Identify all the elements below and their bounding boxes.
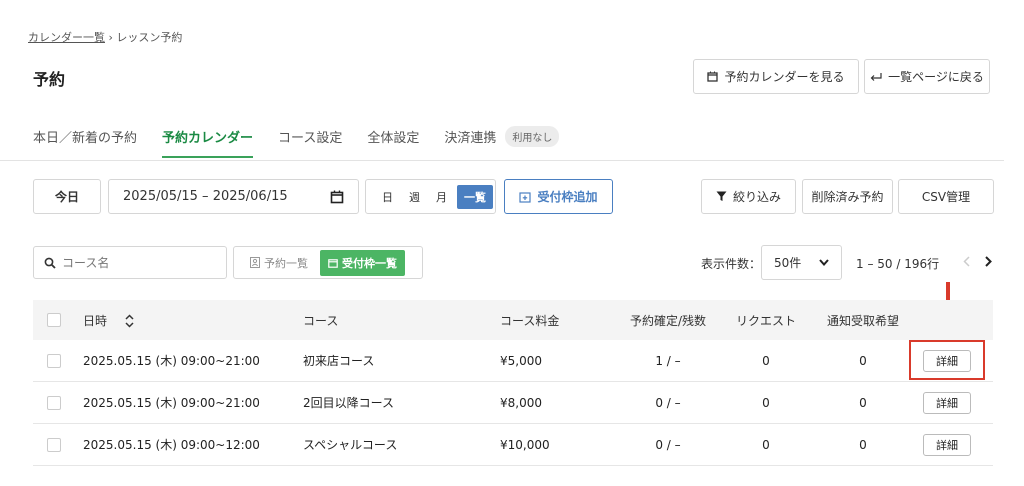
detail-button[interactable]: 詳細	[923, 433, 971, 456]
breadcrumb: カレンダー一覧 › レッスン予約	[28, 29, 182, 45]
tab-today-new[interactable]: 本日／新着の予約	[33, 127, 137, 158]
row-datetime: 2025.05.15 (木) 09:00~21:00	[83, 354, 260, 368]
breadcrumb-current: レッスン予約	[116, 31, 183, 44]
table-header: 日時 コース コース料金 予約確定/残数 リクエスト 通知受取希望	[33, 300, 993, 340]
today-button[interactable]: 今日	[33, 179, 101, 214]
view-month-button[interactable]: 月	[428, 189, 455, 205]
search-icon	[44, 257, 56, 269]
detail-button[interactable]: 詳細	[923, 349, 971, 372]
tab-divider	[0, 160, 1004, 161]
slot-list-label: 受付枠一覧	[342, 256, 397, 270]
pagination-range: 1 – 50 / 196行	[856, 257, 940, 271]
tab-course-settings[interactable]: コース設定	[278, 127, 342, 158]
table-row: 2025.05.15 (木) 09:00~21:00 2回目以降コース ¥8,0…	[33, 382, 993, 424]
row-request: 0	[762, 437, 770, 452]
calendar-icon	[328, 258, 338, 268]
header-course: コース	[303, 313, 339, 328]
search-placeholder: コース名	[62, 256, 110, 270]
row-course: 初来店コース	[303, 354, 375, 368]
chevron-down-icon	[819, 259, 829, 266]
return-arrow-icon	[870, 72, 882, 82]
date-range-value: 2025/05/15 – 2025/06/15	[123, 189, 288, 204]
slot-list-toggle[interactable]: 受付枠一覧	[320, 249, 405, 276]
reservation-list-toggle[interactable]: 予約一覧	[264, 255, 308, 271]
row-datetime: 2025.05.15 (木) 09:00~21:00	[83, 396, 260, 410]
slot-table: 日時 コース コース料金 予約確定/残数 リクエスト 通知受取希望 2025.0…	[33, 300, 993, 466]
row-checkbox[interactable]	[47, 437, 61, 452]
back-to-list-label: 一覧ページに戻る	[888, 70, 984, 84]
back-to-list-button[interactable]: 一覧ページに戻る	[864, 59, 990, 94]
payment-status-badge: 利用なし	[505, 126, 560, 147]
row-request: 0	[762, 395, 770, 410]
row-course: スペシャルコース	[303, 438, 398, 452]
csv-management-button[interactable]: CSV管理	[898, 179, 994, 214]
row-datetime: 2025.05.15 (木) 09:00~12:00	[83, 438, 260, 452]
row-confirmed: 0 / –	[655, 437, 681, 452]
row-request: 0	[762, 353, 770, 368]
row-confirmed: 1 / –	[655, 353, 681, 368]
row-confirmed: 0 / –	[655, 395, 681, 410]
row-checkbox[interactable]	[47, 353, 61, 368]
row-fee: ¥10,000	[500, 437, 550, 452]
row-checkbox[interactable]	[47, 395, 61, 410]
table-row: 2025.05.15 (木) 09:00~21:00 初来店コース ¥5,000…	[33, 340, 993, 382]
tab-reservation-calendar[interactable]: 予約カレンダー	[162, 127, 254, 158]
sort-icon[interactable]	[125, 314, 134, 328]
deleted-reservations-button[interactable]: 削除済み予約	[802, 179, 893, 214]
view-list-button[interactable]: 一覧	[457, 184, 493, 209]
header-datetime[interactable]: 日時	[83, 312, 134, 329]
row-notify: 0	[859, 437, 867, 452]
detail-button[interactable]: 詳細	[923, 391, 971, 414]
page-title: 予約	[33, 70, 66, 89]
view-day-button[interactable]: 日	[366, 189, 401, 205]
table-row: 2025.05.15 (木) 09:00~12:00 スペシャルコース ¥10,…	[33, 424, 993, 466]
filter-button[interactable]: 絞り込み	[701, 179, 796, 214]
chevron-right-icon[interactable]	[985, 256, 992, 267]
breadcrumb-separator: ›	[108, 31, 113, 44]
header-request: リクエスト	[735, 313, 796, 328]
per-page-label: 表示件数：	[701, 257, 762, 271]
search-input[interactable]: コース名	[33, 246, 227, 279]
calendar-icon	[707, 71, 719, 82]
view-calendar-label: 予約カレンダーを見る	[724, 70, 845, 84]
view-calendar-button[interactable]: 予約カレンダーを見る	[693, 59, 859, 94]
calendar-plus-icon	[519, 191, 532, 203]
per-page-select[interactable]: 50件	[761, 245, 842, 280]
view-week-button[interactable]: 週	[401, 189, 428, 205]
tab-bar: 本日／新着の予約 予約カレンダー コース設定 全体設定 決済連携 利用なし	[33, 126, 560, 158]
tab-payment[interactable]: 決済連携	[444, 127, 496, 158]
per-page-value: 50件	[774, 256, 802, 270]
row-notify: 0	[859, 395, 867, 410]
date-range-picker[interactable]: 2025/05/15 – 2025/06/15	[108, 179, 359, 214]
header-fee: コース料金	[500, 313, 560, 328]
select-all-checkbox[interactable]	[47, 313, 61, 327]
row-fee: ¥8,000	[500, 395, 542, 410]
tab-general-settings[interactable]: 全体設定	[367, 127, 419, 158]
add-slot-label: 受付枠追加	[537, 190, 598, 204]
filter-label: 絞り込み	[732, 190, 781, 204]
list-toggle: 予約一覧 受付枠一覧	[233, 246, 423, 279]
add-slot-button[interactable]: 受付枠追加	[504, 179, 613, 214]
row-notify: 0	[859, 353, 867, 368]
breadcrumb-parent-link[interactable]: カレンダー一覧	[28, 31, 105, 44]
header-confirmed: 予約確定/残数	[629, 313, 707, 328]
row-fee: ¥5,000	[500, 353, 542, 368]
person-list-icon	[250, 257, 260, 268]
view-mode-switch: 日 週 月 一覧	[365, 179, 496, 214]
calendar-icon	[330, 190, 344, 204]
header-notify: 通知受取希望	[826, 313, 899, 328]
row-course: 2回目以降コース	[303, 396, 395, 410]
filter-icon	[716, 191, 727, 202]
chevron-left-icon[interactable]	[963, 256, 970, 267]
